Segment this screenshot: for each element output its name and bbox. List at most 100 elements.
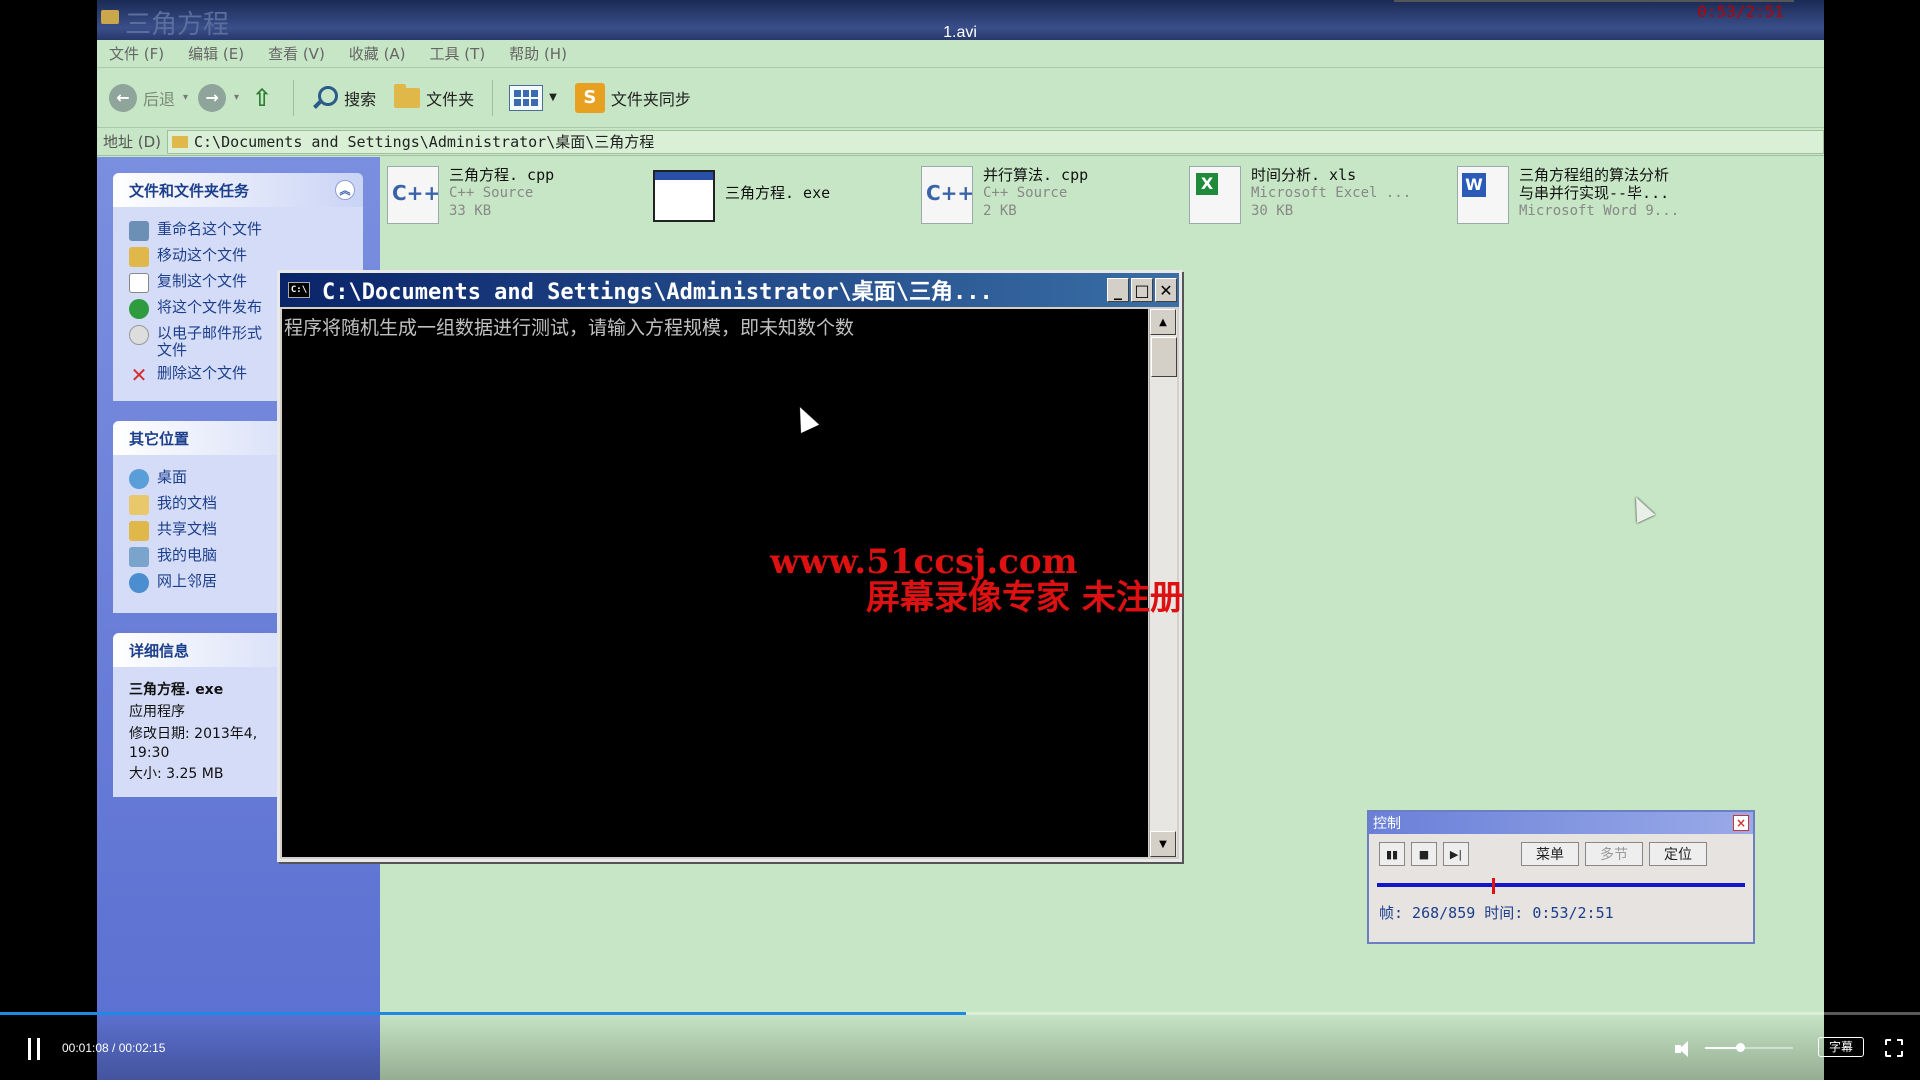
views-button[interactable]: ▼: [509, 84, 557, 111]
task-label: 复制这个文件: [157, 272, 248, 290]
file-item[interactable]: 并行算法. cpp C++ Source 2 KB: [921, 166, 1088, 224]
maximize-button[interactable]: □: [1131, 278, 1153, 302]
shared-folder-icon: [129, 521, 149, 541]
file-size: 30 KB: [1251, 203, 1294, 219]
close-button[interactable]: ✕: [1155, 278, 1177, 302]
address-input[interactable]: C:\Documents and Settings\Administrator\…: [167, 129, 1824, 154]
recorder-timeline[interactable]: [1377, 878, 1745, 894]
recorder-status: 帧: 268/859 时间: 0:53/2:51: [1379, 904, 1614, 922]
file-name: 并行算法. cpp: [983, 166, 1089, 184]
task-move[interactable]: 移动这个文件: [129, 247, 353, 267]
folder-icon: [101, 10, 119, 24]
video-frame[interactable]: 三角方程 0:53/2:51 文件 (F) 编辑 (E) 查看 (V) 收藏 (…: [97, 0, 1824, 1080]
exe-file-icon: [653, 170, 715, 222]
file-size: 2 KB: [983, 203, 1017, 219]
search-label: 搜索: [344, 89, 377, 109]
file-name: 三角方程. cpp: [449, 166, 555, 184]
search-button[interactable]: 搜索: [310, 84, 376, 112]
minimize-button[interactable]: _: [1107, 278, 1129, 302]
file-tasks-title: 文件和文件夹任务: [129, 181, 250, 200]
task-label: 重命名这个文件: [157, 220, 263, 238]
menu-file[interactable]: 文件 (F): [109, 43, 164, 64]
volume-slider[interactable]: [1705, 1043, 1793, 1052]
folder-sync-button[interactable]: S 文件夹同步: [574, 82, 691, 113]
menu-tools[interactable]: 工具 (T): [430, 43, 486, 64]
place-label: 我的电脑: [157, 546, 218, 564]
stop-icon[interactable]: ■: [1411, 842, 1437, 866]
scroll-thumb[interactable]: [1151, 337, 1177, 377]
toolbar-separator: [293, 79, 295, 116]
recorder-control-panel: 控制 × ▮▮ ■ ▶| 菜单 多节 定位 帧: 268/859 时间: 0:5…: [1367, 810, 1755, 944]
watermark-url: www.51ccsj.com: [770, 542, 1078, 582]
up-folder-icon: ⇧: [252, 83, 273, 112]
progress-bar[interactable]: [0, 1012, 1920, 1015]
file-type: C++ Source: [983, 185, 1068, 201]
explorer-toolbar: ← 后退 ▾ → ▾ ⇧ 搜索 文件夹 ▼ S 文件夹同步: [97, 68, 1824, 128]
menu-edit[interactable]: 编辑 (E): [188, 43, 244, 64]
pause-icon[interactable]: ▮▮: [1379, 842, 1405, 866]
recorder-title: 控制: [1373, 816, 1401, 832]
folder-icon: [172, 135, 188, 148]
folders-button[interactable]: 文件夹: [394, 83, 475, 110]
folders-icon: [394, 83, 421, 108]
scroll-up-icon[interactable]: ▲: [1150, 309, 1176, 335]
subtitle-button[interactable]: 字幕: [1818, 1037, 1864, 1057]
place-label: 共享文档: [157, 520, 218, 538]
console-titlebar[interactable]: C:\ C:\Documents and Settings\Administra…: [280, 273, 1179, 307]
back-button[interactable]: ← 后退: [109, 83, 175, 112]
file-name: 三角方程组的算法分析: [1519, 166, 1670, 184]
search-icon: [310, 84, 339, 112]
task-rename[interactable]: 重命名这个文件: [129, 221, 353, 241]
task-label: 移动这个文件: [157, 246, 248, 264]
delete-icon: ✕: [130, 363, 148, 387]
recorder-titlebar[interactable]: 控制 ×: [1369, 812, 1753, 834]
file-item[interactable]: 时间分析. xls Microsoft Excel ... 30 KB: [1189, 166, 1411, 224]
volume-fill: [1705, 1047, 1741, 1049]
next-frame-icon[interactable]: ▶|: [1443, 842, 1469, 866]
recorder-close-icon[interactable]: ×: [1733, 815, 1749, 831]
forward-dropdown-icon[interactable]: ▾: [234, 92, 239, 103]
file-type: Microsoft Excel ...: [1251, 185, 1412, 201]
rename-icon: [129, 221, 149, 241]
menu-favorites[interactable]: 收藏 (A): [349, 43, 406, 64]
word-file-icon: [1457, 166, 1509, 224]
forward-button[interactable]: →: [198, 83, 227, 112]
task-label: 以电子邮件形式 文件: [157, 324, 263, 359]
address-label: 地址 (D): [103, 133, 162, 151]
recorder-buttons: ▮▮ ■ ▶| 菜单 多节 定位: [1369, 834, 1753, 874]
folders-label: 文件夹: [426, 89, 475, 109]
collapse-icon[interactable]: ︽: [335, 180, 355, 200]
scroll-down-icon[interactable]: ▼: [1150, 831, 1176, 857]
timeline-marker[interactable]: [1492, 878, 1495, 894]
place-label: 我的文档: [157, 494, 218, 512]
menu-help[interactable]: 帮助 (H): [509, 43, 567, 64]
recording-timestamp: 0:53/2:51: [1697, 2, 1784, 21]
file-tasks-header[interactable]: 文件和文件夹任务 ︽: [113, 173, 363, 207]
progress-fill: [0, 1012, 966, 1015]
timeline-bar: [1377, 883, 1745, 887]
place-label: 桌面: [157, 468, 188, 486]
move-icon: [129, 247, 149, 267]
menu-view[interactable]: 查看 (V): [268, 43, 325, 64]
file-item[interactable]: 三角方程组的算法分析 与串并行实现--毕... Microsoft Word 9…: [1457, 166, 1679, 224]
sync-label: 文件夹同步: [610, 89, 691, 109]
volume-icon[interactable]: [1675, 1040, 1693, 1058]
toolbar-separator: [492, 79, 494, 116]
address-path: C:\Documents and Settings\Administrator\…: [194, 133, 655, 151]
file-item[interactable]: 三角方程. exe: [653, 170, 830, 222]
up-button[interactable]: ⇧: [249, 84, 275, 112]
recorder-multi-button[interactable]: 多节: [1585, 842, 1643, 866]
fullscreen-icon[interactable]: [1885, 1039, 1903, 1057]
excel-file-icon: [1189, 166, 1241, 224]
volume-knob[interactable]: [1736, 1043, 1746, 1052]
console-text: 程序将随机生成一组数据进行测试，请输入方程规模，即未知数个数: [284, 317, 855, 339]
views-icon: [509, 84, 544, 111]
file-name: 三角方程. exe: [725, 184, 831, 202]
recorder-locate-button[interactable]: 定位: [1649, 842, 1707, 866]
address-bar: 地址 (D) C:\Documents and Settings\Adminis…: [97, 128, 1824, 156]
file-item[interactable]: 三角方程. cpp C++ Source 33 KB: [387, 166, 554, 224]
explorer-menubar: 文件 (F) 编辑 (E) 查看 (V) 收藏 (A) 工具 (T) 帮助 (H…: [97, 40, 1824, 68]
pause-button[interactable]: [28, 1038, 48, 1060]
back-dropdown-icon[interactable]: ▾: [183, 92, 188, 103]
recorder-menu-button[interactable]: 菜单: [1521, 842, 1579, 866]
